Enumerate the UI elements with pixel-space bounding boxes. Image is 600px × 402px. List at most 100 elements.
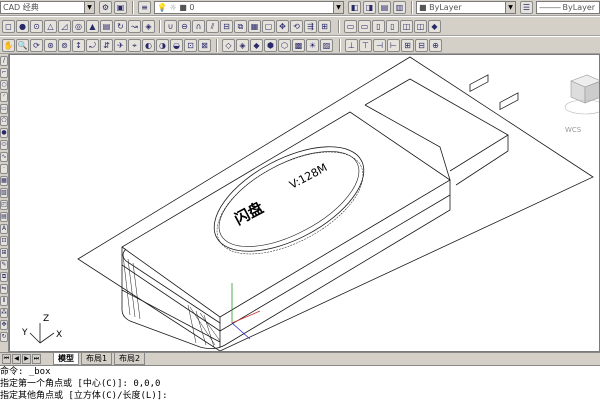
polyline-icon[interactable]: ⌐ [0,68,8,78]
layer-state-icon[interactable]: ◨ [363,1,376,14]
copy-icon[interactable]: ⧉ [0,272,8,282]
layer-match-icon[interactable]: ▤ [378,1,391,14]
clip-icon[interactable]: ◐ [142,39,155,52]
spline-icon[interactable]: ∿ [0,152,8,162]
ucs-view-icon[interactable]: ⊟ [415,39,428,52]
gradient-icon[interactable]: ▧ [0,188,8,198]
subtract-icon[interactable]: ⊖ [178,20,191,33]
shell-icon[interactable]: ▢ [262,20,275,33]
walk-icon[interactable]: ⇵ [100,39,113,52]
linetype-icon[interactable]: ☰ [520,1,533,14]
fly-icon[interactable]: ✈ [114,39,127,52]
layer-isolate-icon[interactable]: ▥ [393,1,406,14]
wedge-icon[interactable]: ◿ [58,20,71,33]
free-orbit-icon[interactable]: ⊛ [44,39,57,52]
ucs-icon[interactable]: ⊥ [345,39,358,52]
material-icon[interactable]: ▨ [320,39,333,52]
pyramid-icon[interactable]: ▲ [86,20,99,33]
front-clip-icon[interactable]: ◑ [156,39,169,52]
layer-previous-icon[interactable]: ◧ [348,1,361,14]
color-select[interactable]: ■ ByLayer ▼ [416,1,516,14]
view-top-icon[interactable]: ▭ [344,20,357,33]
sphere-shade-icon[interactable]: ● [0,128,8,138]
swivel-icon[interactable]: ⤾ [86,39,99,52]
3dalign-icon[interactable]: ⇶ [304,20,317,33]
mirror-icon[interactable]: ⇋ [0,284,8,294]
distance-icon[interactable]: ↕ [72,39,85,52]
drawing-canvas[interactable]: 闪盘 V:128M Z Y X WCS [9,54,600,352]
move-icon[interactable]: ✥ [0,320,8,330]
prev-tab-icon[interactable]: ◀ [12,354,21,364]
pan-icon[interactable]: ✋ [2,39,15,52]
union-icon[interactable]: ∪ [164,20,177,33]
camera-icon[interactable]: ⌖ [128,39,141,52]
box-icon[interactable]: ◻ [2,20,15,33]
insert-block-icon[interactable]: ⊡ [0,236,8,246]
ucs-previous-icon[interactable]: ⊣ [373,39,386,52]
ucs-object-icon[interactable]: ⊞ [401,39,414,52]
zoom-realtime-icon[interactable]: 🔍 [16,39,29,52]
sweep-icon[interactable]: ↝ [128,20,141,33]
zoom-extents-icon[interactable]: ⊠ [198,39,211,52]
loft-icon[interactable]: ◈ [142,20,155,33]
3darray-icon[interactable]: ⊞ [318,20,331,33]
3dmove-icon[interactable]: ✥ [276,20,289,33]
ucs-origin-icon[interactable]: ⊕ [429,39,442,52]
workspace-icon[interactable]: ▣ [114,1,127,14]
wireframe-2d-icon[interactable]: ◇ [222,39,235,52]
rectangle-icon[interactable]: ▭ [0,104,8,114]
interfere-icon[interactable]: ⧉ [234,20,247,33]
continuous-orbit-icon[interactable]: ⊚ [58,39,71,52]
orbit-icon[interactable]: ⟳ [30,39,43,52]
cone-icon[interactable]: △ [44,20,57,33]
line-icon[interactable]: / [0,56,8,66]
ucs-face-icon[interactable]: ⊢ [387,39,400,52]
arc-icon[interactable]: ◜ [0,92,8,102]
imprint-icon[interactable]: ▦ [248,20,261,33]
realistic-icon[interactable]: ⬢ [264,39,277,52]
offset-icon[interactable]: ⫴ [0,296,8,306]
zoom-window-icon[interactable]: ⊡ [184,39,197,52]
view-iso-icon[interactable]: ◆ [428,20,441,33]
section-icon[interactable]: ⊟ [220,20,233,33]
view-left-icon[interactable]: ▯ [372,20,385,33]
slice-icon[interactable]: ⫽ [206,20,219,33]
circle-icon[interactable]: ○ [0,80,8,90]
polygon-icon[interactable]: ⬠ [0,116,8,126]
linetype-select[interactable]: ——— ByLayer [536,1,600,14]
last-tab-icon[interactable]: ⏭ [32,354,41,364]
command-line[interactable]: 命令: _box 指定第一个角点或 [中心(C)]: 0,0,0 指定其他角点或… [0,365,600,402]
hidden-icon[interactable]: ◆ [250,39,263,52]
tab-layout1[interactable]: 布局1 [81,353,113,365]
array-icon[interactable]: ⁂ [0,308,8,318]
table-icon[interactable]: ▤ [0,212,8,222]
tab-model[interactable]: 模型 [53,353,79,365]
conceptual-icon[interactable]: ⬡ [278,39,291,52]
make-block-icon[interactable]: ⊞ [0,248,8,258]
first-tab-icon[interactable]: ⏮ [2,354,11,364]
layer-manager-icon[interactable]: ≡ [138,1,151,14]
point-icon[interactable]: · [0,164,8,174]
torus-icon[interactable]: ◎ [72,20,85,33]
cylinder-icon[interactable]: ⊙ [30,20,43,33]
viewcube[interactable]: WCS [564,74,600,134]
rotate-icon[interactable]: ↻ [0,332,8,342]
ellipse-icon[interactable]: ⬭ [0,140,8,150]
view-right-icon[interactable]: ▯ [386,20,399,33]
3drotate-icon[interactable]: ⟲ [290,20,303,33]
region-icon[interactable]: ◰ [0,200,8,210]
view-front-icon[interactable]: ◫ [400,20,413,33]
light-icon[interactable]: ☀ [306,39,319,52]
back-clip-icon[interactable]: ◒ [170,39,183,52]
wireframe-3d-icon[interactable]: ◈ [236,39,249,52]
erase-icon[interactable]: ✎ [0,260,8,270]
intersect-icon[interactable]: ∩ [192,20,205,33]
mtext-icon[interactable]: A [0,224,8,234]
settings-icon[interactable]: ⚙ [99,1,112,14]
ucs-world-icon[interactable]: ⊤ [359,39,372,52]
sphere-icon[interactable]: ● [16,20,29,33]
next-tab-icon[interactable]: ▶ [22,354,31,364]
layer-select[interactable]: 💡 ☼ ■ 0 ▼ [154,1,344,14]
visual-style-manager-icon[interactable]: ▩ [292,39,305,52]
hatch-icon[interactable]: ▦ [0,176,8,186]
